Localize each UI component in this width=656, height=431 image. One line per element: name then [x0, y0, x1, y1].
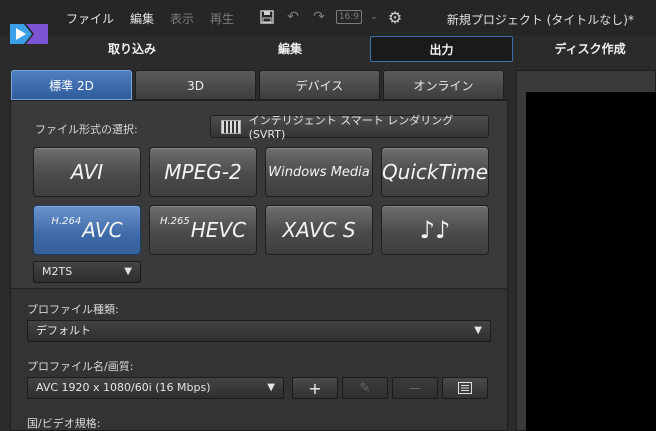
format-audio-button[interactable]: ♪♪ — [381, 205, 489, 255]
svrt-icon — [221, 119, 241, 134]
menu-view[interactable]: 表示 — [170, 10, 194, 27]
settings-gear-icon[interactable]: ⚙ — [386, 8, 404, 27]
profile-type-dropdown[interactable]: デフォルト ▼ — [27, 320, 491, 342]
music-notes-icon: ♪♪ — [419, 216, 451, 244]
profile-type-label: プロファイル種類: — [27, 303, 119, 316]
format-h265-hevc-button[interactable]: H.265 HEVC — [149, 205, 257, 255]
output-settings-panel: ファイル形式の選択: インテリジェント スマート レンダリング (SVRT) A… — [10, 100, 508, 431]
file-format-section: ファイル形式の選択: インテリジェント スマート レンダリング (SVRT) A… — [11, 101, 507, 289]
tab-device[interactable]: デバイス — [259, 70, 380, 100]
format-mpeg2-button[interactable]: MPEG-2 — [149, 147, 257, 197]
tab-standard-2d[interactable]: 標準 2D — [11, 70, 132, 100]
add-profile-button[interactable]: + — [292, 377, 338, 399]
save-icon[interactable] — [258, 8, 276, 26]
profile-name-label: プロファイル名/画質: — [27, 360, 134, 373]
tab-online[interactable]: オンライン — [383, 70, 504, 100]
window-title: 新規プロジェクト (タイトルなし)* — [446, 13, 634, 27]
dropdown-arrow-icon: ▼ — [267, 382, 275, 393]
tab-3d[interactable]: 3D — [135, 70, 256, 100]
aspect-ratio-icon[interactable]: 16:9 — [336, 10, 362, 24]
profile-name-dropdown[interactable]: AVC 1920 x 1080/60i (16 Mbps) ▼ — [27, 377, 284, 399]
mode-edit[interactable]: 編集 — [228, 36, 352, 62]
menu-bar: ファイル 編集 表示 再生 ↶ ↷ 16:9 ⌄ ⚙ 新規プロジェクト (タイト… — [0, 0, 656, 44]
chevron-down-icon[interactable]: ⌄ — [370, 8, 378, 26]
remove-profile-button[interactable]: — — [392, 377, 438, 399]
format-h264-avc-button[interactable]: H.264 AVC — [33, 205, 141, 255]
mode-capture[interactable]: 取り込み — [70, 36, 194, 62]
preview-window[interactable] — [526, 92, 656, 431]
format-xavc-s-button[interactable]: XAVC S — [265, 205, 373, 255]
format-quicktime-button[interactable]: QuickTime — [381, 147, 489, 197]
container-dropdown[interactable]: M2TS ▼ — [33, 261, 141, 283]
svrt-button[interactable]: インテリジェント スマート レンダリング (SVRT) — [210, 114, 489, 141]
undo-icon[interactable]: ↶ — [284, 8, 302, 26]
list-details-icon — [458, 382, 472, 394]
file-format-label: ファイル形式の選択: — [35, 123, 138, 136]
mode-produce[interactable]: 出力 — [370, 36, 513, 62]
svrt-button-label: インテリジェント スマート レンダリング (SVRT) — [248, 114, 454, 141]
pencil-icon: ✎ — [359, 380, 371, 396]
format-windows-media-button[interactable]: Windows Media — [265, 147, 373, 197]
dropdown-arrow-icon: ▼ — [124, 266, 132, 277]
mode-tabs: 取り込み 編集 出力 ディスク作成 — [0, 36, 656, 66]
format-avi-button[interactable]: AVI — [33, 147, 141, 197]
dropdown-arrow-icon: ▼ — [474, 325, 482, 336]
edit-profile-button[interactable]: ✎ — [342, 377, 388, 399]
mode-disc[interactable]: ディスク作成 — [530, 36, 650, 62]
redo-icon[interactable]: ↷ — [310, 8, 328, 26]
menu-file[interactable]: ファイル — [66, 10, 114, 27]
menu-edit[interactable]: 編集 — [130, 10, 154, 27]
region-label: 国/ビデオ規格: — [27, 417, 101, 430]
profile-details-button[interactable] — [442, 377, 488, 399]
menu-play[interactable]: 再生 — [210, 10, 234, 27]
